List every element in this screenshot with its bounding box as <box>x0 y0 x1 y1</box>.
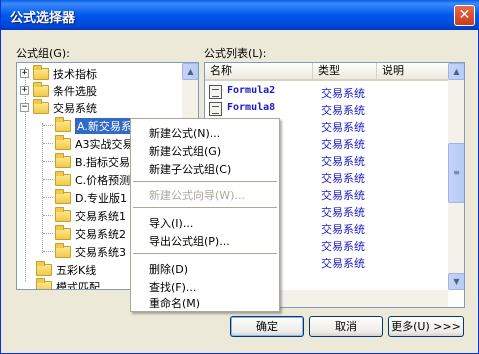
list-vertical-scrollbar[interactable]: ▲ ≡ ▼ <box>448 63 464 290</box>
tree-item[interactable]: + 条件选股 <box>20 81 97 99</box>
tree-item-label: A3实战交易 <box>75 137 134 151</box>
tree-item-label: 交易系统3 <box>75 245 126 259</box>
menu-item-new-formula[interactable]: 新建公式(N)... <box>149 125 220 141</box>
column-header-name[interactable]: 名称 <box>205 63 313 79</box>
folder-icon <box>55 188 71 204</box>
folder-icon <box>55 170 71 186</box>
formula-list-label: 公式列表(L): <box>204 47 267 60</box>
tree-item[interactable]: 交易系统2 <box>55 224 126 242</box>
tree-item-label: 交易系统 <box>53 101 97 115</box>
scroll-thumb[interactable]: ≡ <box>448 143 464 203</box>
menu-item-rename[interactable]: 重命名(M) <box>149 295 200 311</box>
formula-type: 交易系统 <box>321 172 365 185</box>
tree-item[interactable]: B.指标交易 <box>55 152 131 170</box>
tree-item-label: B.指标交易 <box>75 155 131 169</box>
tree-item[interactable]: A.新交易系 <box>55 116 134 134</box>
tree-item[interactable]: A3实战交易 <box>55 134 134 152</box>
cancel-button[interactable]: 取消 <box>309 316 383 337</box>
formula-type: 交易系统 <box>321 223 365 236</box>
formula-type: 交易系统 <box>321 206 365 219</box>
formula-selector-dialog: 公式选择器 ✕ 公式组(G): 公式列表(L): + 技术指标 + 条件选股 −… <box>0 0 479 354</box>
folder-icon <box>55 134 71 150</box>
list-item[interactable]: Formula8 交易系统 <box>205 100 449 118</box>
folder-icon <box>36 277 52 289</box>
formula-icon <box>209 85 222 99</box>
close-button[interactable]: ✕ <box>454 5 475 26</box>
scroll-up-icon[interactable]: ▲ <box>448 63 464 80</box>
formula-type: 交易系统 <box>321 257 365 270</box>
tree-item-label: 五彩K线 <box>56 263 97 277</box>
title-bar[interactable]: 公式选择器 ✕ <box>1 0 479 30</box>
menu-item-new-group[interactable]: 新建公式组(G) <box>149 143 221 159</box>
column-header-type[interactable]: 类型 <box>313 63 377 79</box>
tree-item[interactable]: 交易系统1 <box>55 206 126 224</box>
list-item[interactable]: Formula2 交易系统 <box>205 83 449 101</box>
menu-separator <box>133 207 277 208</box>
formula-type: 交易系统 <box>321 104 365 117</box>
formula-group-label: 公式组(G): <box>16 47 70 60</box>
tree-item-label: 模式匹配 <box>56 280 100 290</box>
tree-item[interactable]: + 技术指标 <box>20 64 97 82</box>
menu-separator <box>133 253 277 254</box>
window-title: 公式选择器 <box>10 11 76 26</box>
tree-item-label: 交易系统2 <box>75 227 126 241</box>
tree-item-label: 技术指标 <box>53 67 97 81</box>
folder-icon <box>55 242 71 258</box>
folder-icon <box>55 116 71 132</box>
folder-icon <box>33 81 49 97</box>
formula-type: 交易系统 <box>321 155 365 168</box>
formula-type: 交易系统 <box>321 138 365 151</box>
tree-item-label: D.专业版1 <box>75 191 127 205</box>
formula-icon <box>209 102 222 116</box>
formula-type: 交易系统 <box>321 121 365 134</box>
formula-type: 交易系统 <box>321 87 365 100</box>
formula-name: Formula2 <box>227 85 276 96</box>
folder-icon <box>36 260 52 276</box>
menu-item-import[interactable]: 导入(I)... <box>149 215 193 231</box>
menu-item-export-group[interactable]: 导出公式组(P)... <box>149 233 230 249</box>
tree-item[interactable]: 交易系统3 <box>55 242 126 260</box>
context-menu: 新建公式(N)... 新建公式组(G) 新建子公式组(C) 新建公式向导(W).… <box>130 118 280 312</box>
tree-item[interactable]: 模式匹配 <box>36 277 100 290</box>
menu-item-delete[interactable]: 删除(D) <box>149 261 188 277</box>
menu-separator <box>133 181 277 182</box>
folder-icon <box>55 152 71 168</box>
tree-item-label: 条件选股 <box>53 84 97 98</box>
formula-name: Formula8 <box>227 102 276 113</box>
more-button[interactable]: 更多(U) >>> <box>388 316 464 337</box>
list-header: 名称 类型 说明 <box>205 63 449 81</box>
formula-type: 交易系统 <box>321 240 365 253</box>
folder-icon <box>55 224 71 240</box>
folder-icon <box>33 98 49 114</box>
tree-item-label: A.新交易系 <box>75 117 134 134</box>
scroll-up-icon[interactable]: ▲ <box>182 63 198 80</box>
tree-item[interactable]: C.价格预测 <box>55 170 131 188</box>
ok-button[interactable]: 确定 <box>230 316 304 337</box>
menu-item-wizard: 新建公式向导(W)... <box>149 189 245 202</box>
scroll-down-icon[interactable]: ▼ <box>448 273 464 290</box>
expand-icon[interactable]: + <box>20 86 29 95</box>
expand-icon[interactable]: + <box>20 69 29 78</box>
tree-item-label: 交易系统1 <box>75 209 126 223</box>
formula-type: 交易系统 <box>321 189 365 202</box>
collapse-icon[interactable]: − <box>20 103 29 112</box>
column-header-desc[interactable]: 说明 <box>377 63 449 79</box>
menu-item-find[interactable]: 查找(F)... <box>149 279 196 295</box>
tree-item[interactable]: 五彩K线 <box>36 260 97 278</box>
tree-item-label: C.价格预测 <box>75 173 131 187</box>
tree-item[interactable]: − 交易系统 <box>20 98 97 116</box>
tree-item[interactable]: D.专业版1 <box>55 188 127 206</box>
menu-item-new-subgroup[interactable]: 新建子公式组(C) <box>149 161 231 177</box>
folder-icon <box>33 64 49 80</box>
folder-icon <box>55 206 71 222</box>
